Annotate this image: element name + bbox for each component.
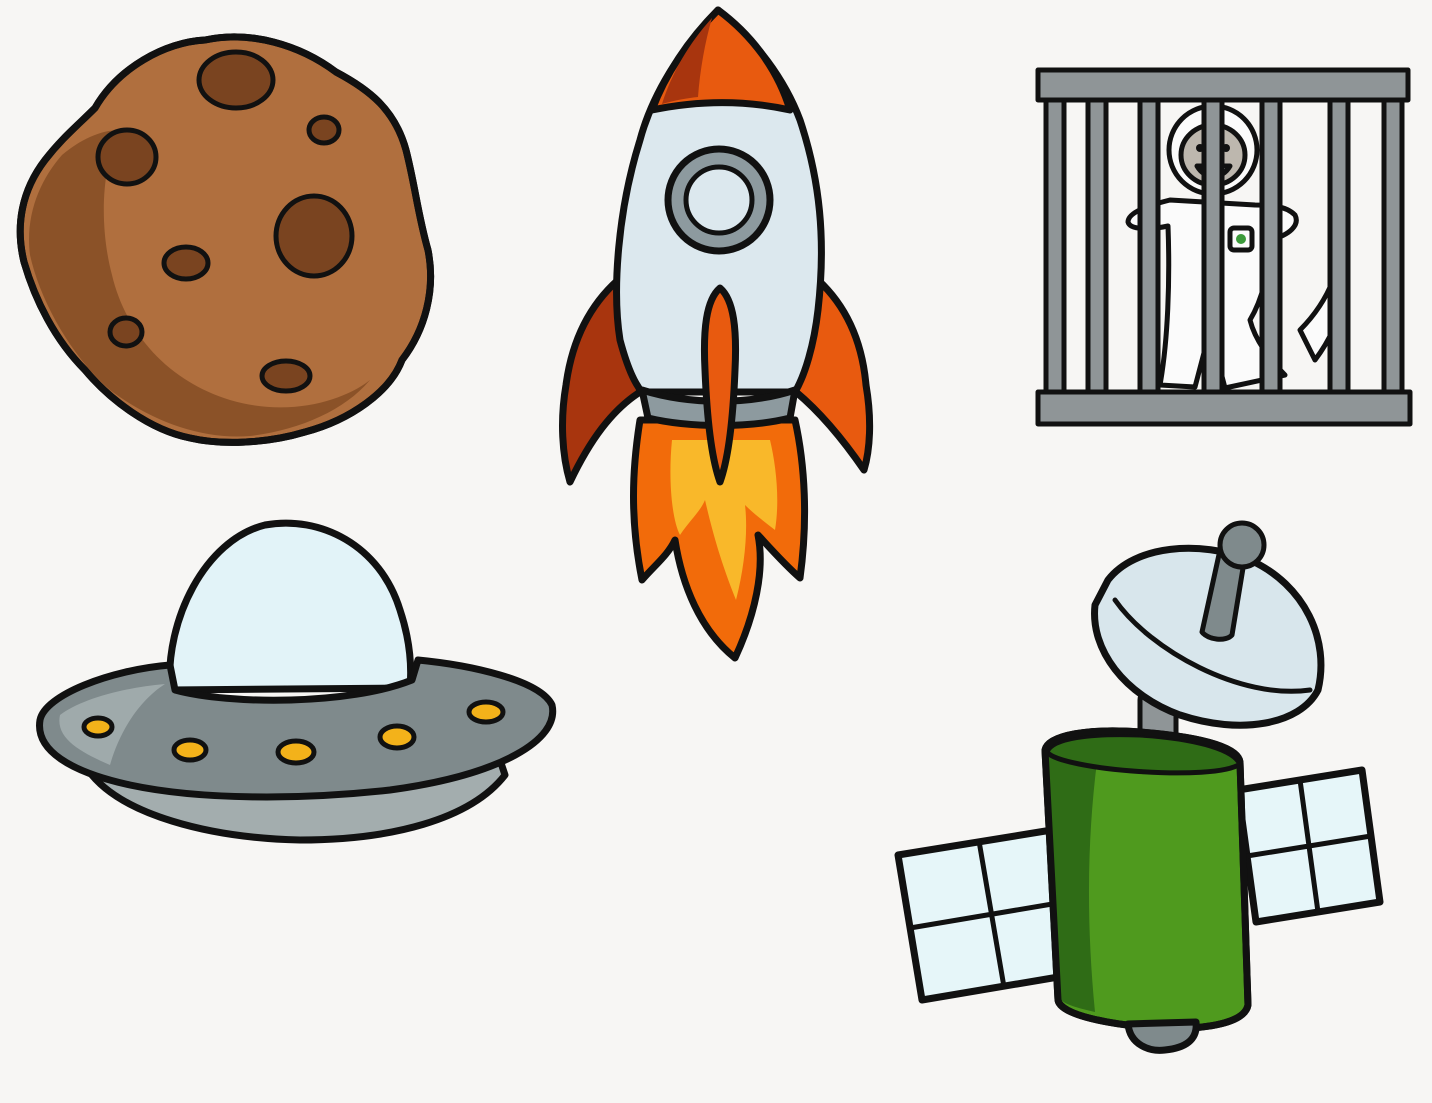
cage-bar-5 [1259,97,1283,395]
cage-bar-2 [1085,97,1109,395]
ufo-light-5 [466,699,506,725]
ufo-dome [166,519,415,694]
crater-6 [107,315,145,349]
illustration-svg [16,6,1413,1054]
rocket-icon [559,6,874,662]
crater-2 [95,127,159,187]
crater-1 [196,49,276,111]
cage-bar-4 [1201,97,1225,395]
cage-bar-1 [1043,97,1067,395]
ufo-light-2 [171,737,209,763]
crater-3 [306,114,342,146]
satellite-icon [894,520,1384,1054]
ufo-light-3 [275,738,317,766]
satellite-antenna-tip [1217,520,1267,570]
asteroid-icon [16,33,435,446]
ufo-light-4 [377,723,417,751]
cage-bottom-bar [1035,389,1413,427]
astronaut-figure [1125,103,1350,391]
cage-top-bar [1035,67,1411,103]
space-clipart-canvas [0,0,1432,1103]
rocket-porthole-glass [683,164,755,236]
crater-7 [259,358,313,394]
ufo-icon [36,519,557,844]
caged-astronaut-icon [1035,67,1413,427]
ufo-light-1 [81,715,115,739]
astronaut-badge-heart [1236,234,1246,244]
crater-4 [273,193,355,279]
cage-bar-6 [1327,97,1351,395]
cage-bar-7 [1381,97,1405,395]
crater-5 [161,244,211,282]
cage-bar-3 [1137,97,1161,395]
satellite-nozzle [1124,1018,1200,1054]
